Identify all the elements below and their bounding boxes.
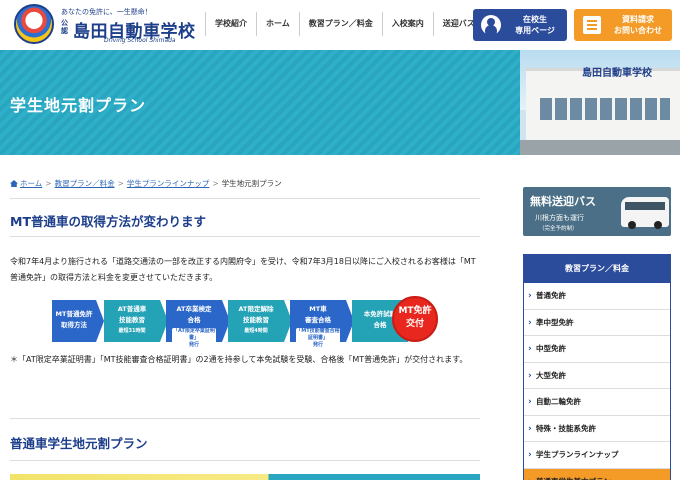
flow-step-sub: 「AT限定卒業証明書」 発行 [172, 328, 216, 349]
sidebar-item-large[interactable]: 大型免許 [524, 362, 670, 389]
school-name-en: Driving School Shimada [104, 37, 176, 44]
bus-banner-line2: （完全予約制） [539, 226, 578, 232]
sidebar-item-student-basic[interactable]: 普通車学生基本プラン [524, 468, 670, 480]
free-bus-banner[interactable]: 無料送迎バス 川根方面も運行 （完全予約制） [523, 187, 671, 236]
breadcrumb-plans[interactable]: 教習プラン／料金 [55, 179, 115, 188]
sidebar-menu-title: 教習プラン／料金 [524, 255, 670, 283]
sidebar-item-semi-medium[interactable]: 準中型免許 [524, 309, 670, 336]
certificate-note: ＊「AT限定卒業証明書」「MT技能審査合格証明書」の2通を持参して本免試験を受験… [10, 355, 468, 364]
section-heading-mt-change: MT普通車の取得方法が変わります [10, 214, 206, 229]
section-heading-student-plan: 普通車学生地元割プラン [10, 436, 148, 451]
nav-item-about[interactable]: 学校紹介 [205, 12, 256, 36]
flow-step-at-exam: AT卒業検定 合格 「AT限定卒業証明書」 発行 [166, 300, 230, 349]
request-info-label: 資料請求 お問い合わせ [614, 15, 662, 35]
breadcrumb-home[interactable]: ホーム [20, 179, 42, 188]
sidebar-item-motorcycle[interactable]: 自動二輪免許 [524, 389, 670, 416]
flow-step-label: MT車 審査合格 [305, 305, 331, 324]
breadcrumb-student-lineup[interactable]: 学生プランラインナップ [127, 179, 210, 188]
breadcrumb: ホーム > 教習プラン／料金 > 学生プランラインナップ > 学生地元割プラン [10, 178, 282, 189]
sidebar-item-special[interactable]: 特殊・技能系免許 [524, 415, 670, 442]
nav-item-home[interactable]: ホーム [256, 12, 299, 36]
flow-step-sub: 最短4時間 [244, 328, 268, 334]
student-page-label: 在校生 専用ページ [515, 15, 555, 35]
flow-step-label: AT普通車 技能教習 [117, 305, 147, 324]
sidebar-item-medium[interactable]: 中型免許 [524, 336, 670, 363]
photo-ground [520, 140, 680, 155]
divider [10, 418, 480, 419]
nav-item-plans[interactable]: 教習プラン／料金 [298, 12, 382, 36]
bus-banner-line1: 川根方面も運行 [535, 214, 584, 222]
site-header: あなたの免許に、一生懸命！ 公認 島田自動車学校 Driving School … [0, 0, 680, 50]
bus-icon [621, 197, 669, 229]
koken-label: 公認 [61, 19, 68, 35]
flow-step-sub: 最短31時間 [118, 328, 146, 334]
mt-change-paragraph: 令和7年4月より施行される「道路交通法の一部を改正する内閣府令」を受け、令和7年… [10, 257, 476, 282]
divider [10, 460, 480, 461]
flow-step-at-lessons: AT普通車 技能教習最短31時間 [104, 300, 168, 342]
flow-step-mt-review: MT車 審査合格 「MT技能審査合格証明書」 発行 [290, 300, 354, 349]
flow-step-label: MT普通免許 取得方法 [55, 310, 93, 329]
divider [10, 198, 480, 199]
flow-step-label: AT卒業検定 合格 [176, 305, 212, 324]
flow-step-sub: 「MT技能審査合格証明書」 発行 [296, 328, 340, 349]
flow-step-label: AT限定解除 技能教習 [238, 305, 274, 324]
photo-windows [540, 98, 670, 120]
mt-license-issued-badge: MT免許 交付 [392, 296, 438, 342]
request-info-button[interactable]: 資料請求 お問い合わせ [574, 9, 672, 41]
sidebar-item-standard[interactable]: 普通免許 [524, 283, 670, 310]
breadcrumb-separator: > [45, 179, 52, 188]
home-icon [10, 180, 18, 187]
breadcrumb-current: 学生地元割プラン [221, 179, 282, 188]
breadcrumb-separator: > [212, 179, 219, 188]
document-icon [583, 16, 601, 34]
building-sign: 島田自動車学校 [582, 68, 652, 79]
global-nav: 学校紹介 ホーム 教習プラン／料金 入校案内 送迎バス [205, 12, 485, 36]
nav-item-admission[interactable]: 入校案内 [381, 12, 433, 36]
student-avatar-icon [481, 15, 501, 35]
mascot-logo-icon [14, 4, 54, 44]
flow-step-start: MT普通免許 取得方法 [52, 300, 104, 342]
tagline: あなたの免許に、一生懸命！ [61, 8, 152, 16]
student-page-button[interactable]: 在校生 専用ページ [473, 9, 567, 41]
school-building-photo: 島田自動車学校 [520, 50, 680, 155]
plan-banner-image [10, 474, 480, 480]
bus-banner-title: 無料送迎バス [530, 195, 596, 208]
site-logo[interactable]: あなたの免許に、一生懸命！ 公認 島田自動車学校 Driving School … [14, 4, 204, 46]
sidebar-menu: 教習プラン／料金 普通免許 準中型免許 中型免許 大型免許 自動二輪免許 特殊・… [523, 254, 671, 480]
breadcrumb-separator: > [117, 179, 124, 188]
page-title: 学生地元割プラン [10, 96, 147, 115]
flow-step-limit-removal: AT限定解除 技能教習最短4時間 [228, 300, 292, 342]
sidebar-item-student-lineup[interactable]: 学生プランラインナップ [524, 442, 670, 469]
divider [10, 236, 480, 237]
